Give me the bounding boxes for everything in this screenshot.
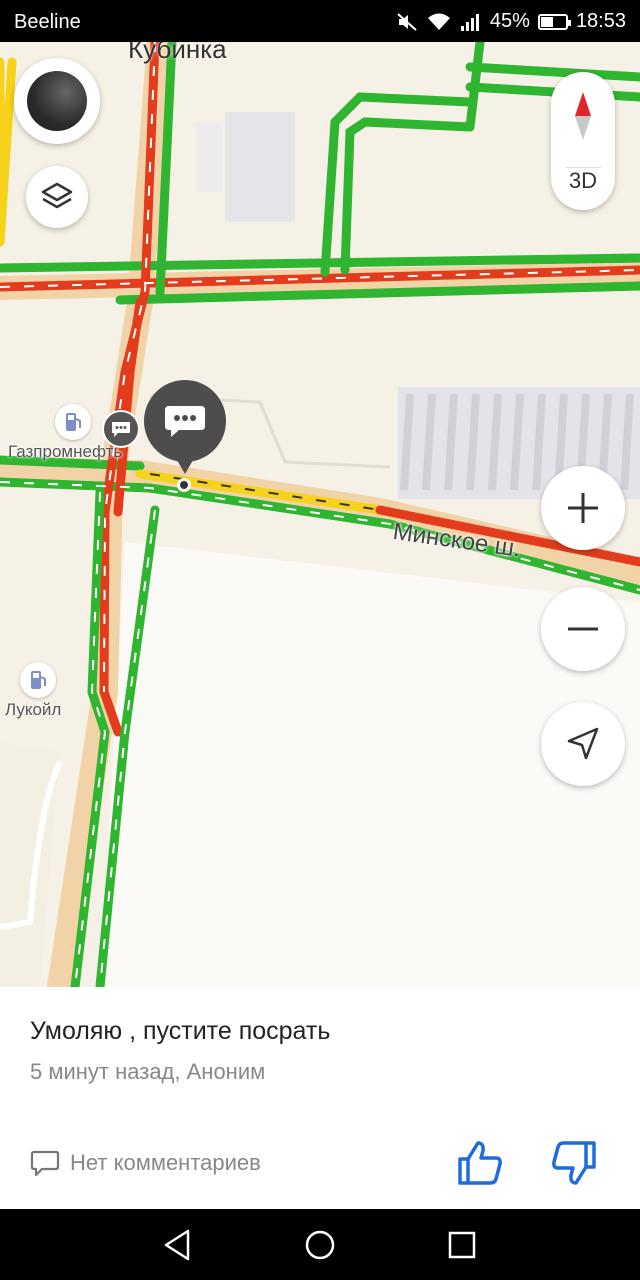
thumbs-down-icon bbox=[552, 1141, 596, 1185]
comments-link[interactable]: Нет комментариев bbox=[30, 1149, 261, 1177]
navigation-arrow-icon bbox=[567, 727, 599, 760]
dislike-button[interactable] bbox=[548, 1137, 600, 1189]
fuel-icon bbox=[66, 413, 81, 431]
avatar bbox=[27, 71, 87, 131]
compass-icon[interactable] bbox=[567, 86, 599, 156]
back-icon[interactable] bbox=[160, 1227, 196, 1263]
signal-icon bbox=[460, 13, 479, 31]
carrier-name: Beeline bbox=[14, 11, 81, 33]
layers-button[interactable] bbox=[26, 166, 88, 228]
chat-event-marker[interactable] bbox=[102, 410, 140, 448]
poi-lukoil-label: Лукойл bbox=[5, 700, 62, 719]
home-icon[interactable] bbox=[302, 1227, 338, 1263]
chat-bubble-icon bbox=[165, 406, 205, 437]
chat-bubble-icon bbox=[112, 422, 130, 437]
event-title: Умоляю , пустите посрать bbox=[30, 1017, 331, 1045]
comments-label: Нет комментариев bbox=[70, 1150, 261, 1175]
my-location-button[interactable] bbox=[541, 702, 625, 786]
status-bar: Beeline 45% 18:53 bbox=[0, 0, 640, 42]
plus-icon bbox=[568, 493, 598, 523]
like-button[interactable] bbox=[454, 1137, 506, 1189]
wifi-icon bbox=[427, 13, 450, 30]
poi-gazpromneft-label: Газпромнефть bbox=[8, 442, 123, 461]
comment-icon bbox=[30, 1150, 60, 1177]
3d-button[interactable]: 3D bbox=[551, 168, 615, 194]
thumbs-up-icon bbox=[458, 1141, 502, 1185]
recents-icon[interactable] bbox=[444, 1227, 480, 1263]
zoom-out-button[interactable] bbox=[541, 587, 625, 671]
battery-icon bbox=[537, 13, 571, 30]
battery-percent: 45% bbox=[489, 10, 530, 32]
status-icons: 45% 18:53 bbox=[396, 10, 626, 33]
event-location-dot bbox=[177, 478, 191, 492]
map-view[interactable]: Кубинка Минское ш. Газпромнефть Лукойл 3… bbox=[0, 42, 640, 987]
gas-station-poi[interactable] bbox=[20, 662, 56, 698]
clock: 18:53 bbox=[575, 10, 626, 32]
mute-icon bbox=[397, 12, 417, 31]
event-meta: 5 минут назад, Аноним bbox=[30, 1059, 266, 1084]
compass-3d-control[interactable]: 3D bbox=[551, 72, 615, 210]
gas-station-poi[interactable] bbox=[55, 404, 91, 440]
minus-icon bbox=[568, 627, 598, 631]
town-label: Кубинка bbox=[128, 42, 227, 64]
selected-chat-event-marker[interactable] bbox=[144, 380, 226, 474]
system-nav-bar bbox=[0, 1209, 640, 1280]
layers-icon bbox=[41, 182, 73, 209]
zoom-in-button[interactable] bbox=[541, 466, 625, 550]
event-card: Умоляю , пустите посрать 5 минут назад, … bbox=[0, 987, 640, 1209]
fuel-icon bbox=[31, 671, 46, 689]
profile-button[interactable] bbox=[14, 58, 100, 144]
